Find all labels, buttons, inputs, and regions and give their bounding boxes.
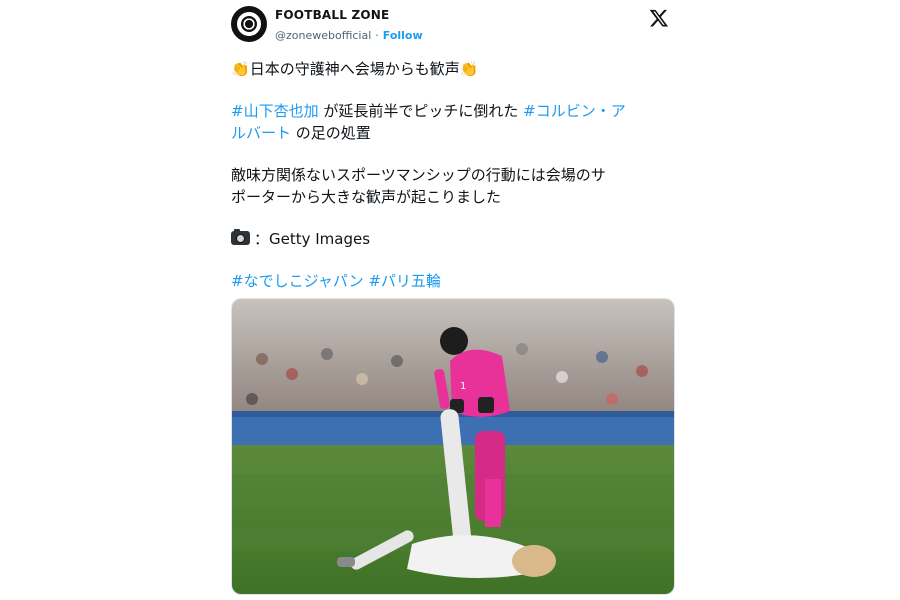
clapping-hands-icon: 👏	[231, 60, 250, 78]
body-text: の足の処置	[291, 124, 371, 142]
photo-credit: ：Getty Images	[231, 228, 671, 250]
tweet-card: FOOTBALL ZONE @zonewebofficial · Follow 👏日…	[215, 0, 685, 600]
author-handle[interactable]: @zonewebofficial	[275, 29, 371, 42]
tweet-line-1: 👏日本の守護神へ会場からも歓声👏	[231, 58, 671, 80]
hashtag-nadeshiko[interactable]: #なでしこジャパン	[231, 272, 364, 290]
headline-text: 日本の守護神へ会場からも歓声	[249, 60, 460, 78]
hashtag-line: #なでしこジャパン #パリ五輪	[231, 270, 671, 292]
tweet-line-2: #山下杏也加 が延長前半でピッチに倒れた #コルビン・ア	[231, 100, 671, 122]
hashtag-yamashita[interactable]: #山下杏也加	[231, 102, 319, 120]
tweet-line-4: 敵味方関係ないスポーツマンシップの行動には会場のサ	[231, 166, 606, 184]
hashtag-colvin-albert-cont[interactable]: ルバート	[231, 124, 291, 142]
clapping-hands-icon: 👏	[459, 60, 479, 78]
avatar-logo-icon	[237, 12, 261, 36]
tweet-text: 👏日本の守護神へ会場からも歓声👏 #山下杏也加 が延長前半でピッチに倒れた #コ…	[231, 58, 671, 292]
jersey-number: 1	[460, 381, 466, 392]
camera-icon	[231, 229, 250, 245]
body-text: が延長前半でピッチに倒れた	[318, 102, 524, 120]
meta-separator: ·	[375, 29, 379, 42]
follow-button[interactable]: Follow	[383, 29, 423, 42]
tweet-line-3: ルバート の足の処置	[231, 122, 671, 144]
author-name[interactable]: FOOTBALL ZONE	[275, 8, 389, 22]
x-logo-icon[interactable]	[649, 8, 669, 28]
hashtag-paris-olympics[interactable]: #パリ五輪	[368, 272, 441, 290]
avatar[interactable]	[231, 6, 267, 42]
match-photo: 1	[232, 299, 674, 594]
credit-text: ：Getty Images	[254, 230, 371, 248]
author-meta: @zonewebofficial · Follow	[275, 29, 423, 42]
hashtag-colvin-albert[interactable]: #コルビン・ア	[523, 102, 626, 120]
tweet-photo[interactable]: 1	[231, 298, 675, 595]
tweet-line-5: ポーターから大きな歓声が起こりました	[231, 188, 502, 206]
